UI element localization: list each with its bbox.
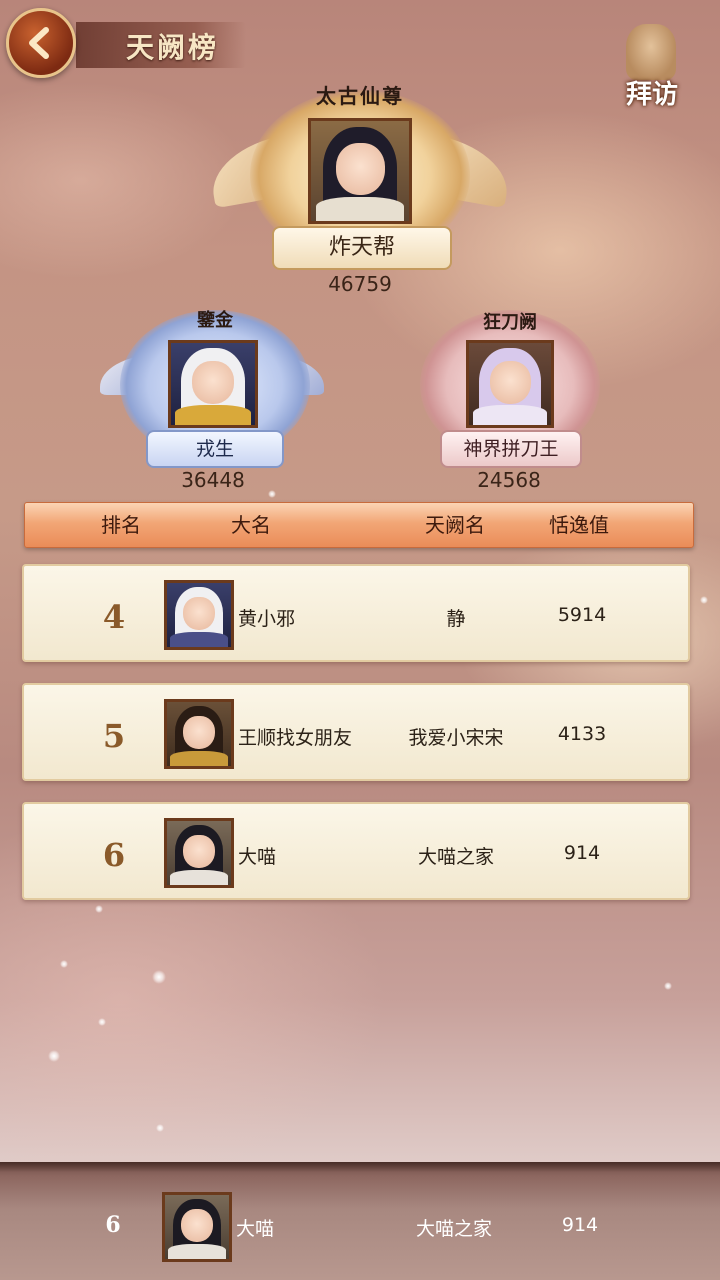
row-que-name: 我爱小宋宋	[408, 727, 504, 749]
rank-3-score: 24568	[477, 468, 541, 492]
rank-2-avatar[interactable]	[168, 340, 258, 428]
row-value: 914	[563, 842, 601, 864]
rank-2-score: 36448	[181, 468, 245, 492]
row-avatar[interactable]	[164, 818, 234, 888]
back-button[interactable]	[6, 8, 76, 78]
sparkle	[95, 905, 103, 913]
row-name: 王顺找女朋友	[238, 727, 353, 749]
page-title: 天阙榜	[126, 31, 220, 64]
rank-3-avatar[interactable]	[466, 340, 554, 428]
col-value-header: 恬逸值	[549, 513, 609, 537]
row-avatar[interactable]	[164, 699, 234, 769]
col-rank-header: 排名	[101, 513, 141, 537]
table-row[interactable]: 5 王顺找女朋友 我爱小宋宋 4133	[22, 683, 690, 781]
table-header: 排名 大名 天阙名 恬逸值	[24, 502, 694, 548]
row-rank: 5	[102, 717, 126, 755]
my-que-name: 大喵之家	[415, 1218, 492, 1240]
row-que-name: 大喵之家	[417, 846, 494, 868]
rank-2-title: 鑒金	[197, 310, 233, 331]
my-value: 914	[561, 1214, 599, 1236]
row-rank: 4	[102, 598, 126, 636]
row-name: 黄小邪	[238, 608, 296, 630]
row-value: 5914	[557, 604, 607, 626]
my-name: 大喵	[236, 1218, 275, 1240]
sparkle	[664, 982, 672, 990]
row-value: 4133	[557, 723, 607, 745]
back-arrow-icon	[29, 27, 49, 59]
rank-1-title: 太古仙尊	[316, 84, 404, 108]
table-row[interactable]: 4 黄小邪 静 5914	[22, 564, 690, 662]
sparkle	[156, 1124, 164, 1132]
visit-label: 拜访	[625, 80, 678, 110]
rank-1-name: 炸天帮	[272, 226, 452, 270]
sparkle	[98, 1018, 106, 1026]
visit-icon	[626, 24, 676, 80]
sparkle	[60, 960, 68, 968]
col-name-header: 大名	[231, 513, 271, 537]
col-que-header: 天阙名	[425, 513, 485, 537]
rank-3-name: 神界拼刀王	[440, 430, 582, 468]
sparkle	[700, 596, 708, 604]
row-avatar[interactable]	[164, 580, 234, 650]
sparkle	[152, 970, 166, 984]
row-name: 大喵	[238, 846, 277, 868]
rank-1-avatar[interactable]	[308, 118, 412, 224]
my-avatar[interactable]	[162, 1192, 232, 1262]
row-que-name: 静	[446, 608, 466, 630]
table-row[interactable]: 6 大喵 大喵之家 914	[22, 802, 690, 900]
rank-3-title: 狂刀阙	[483, 312, 537, 333]
row-rank: 6	[102, 836, 126, 874]
sparkle	[48, 1050, 60, 1062]
rank-1-score: 46759	[328, 272, 392, 296]
my-rank-number: 6	[105, 1212, 121, 1238]
rank-2-name: 戎生	[146, 430, 284, 468]
visit-button[interactable]: 拜访	[612, 24, 692, 110]
